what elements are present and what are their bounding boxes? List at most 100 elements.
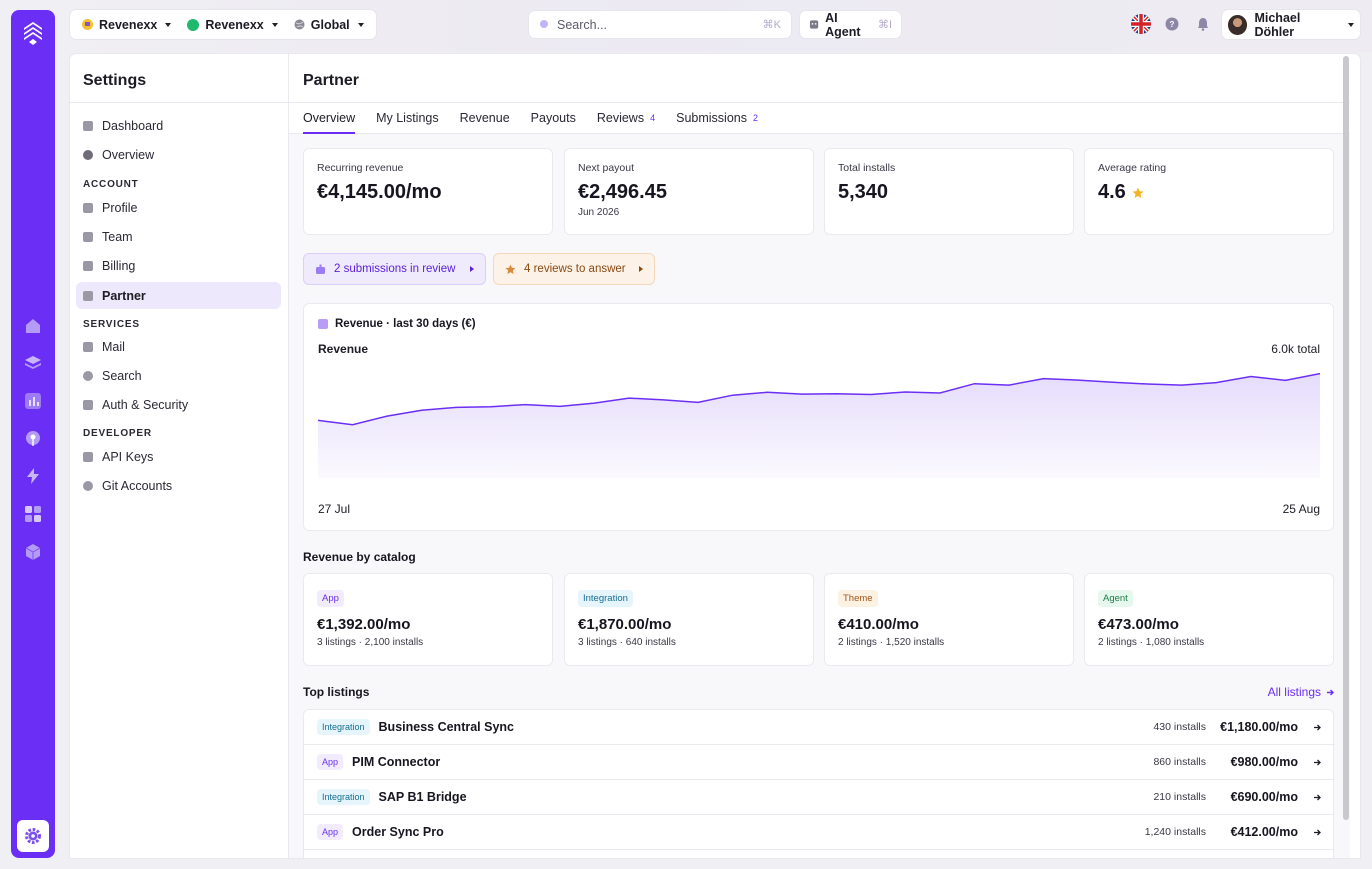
catalog-card-integration[interactable]: Integration €1,870.00/mo 3 listings · 64… [564, 573, 814, 666]
table-row[interactable]: Integration SAP B1 Bridge 210 installs €… [304, 780, 1335, 815]
tab-overview[interactable]: Overview [303, 111, 356, 134]
layers-icon[interactable] [23, 353, 43, 373]
lightning-icon[interactable] [23, 466, 43, 486]
search-icon [540, 20, 548, 28]
section-services-label: SERVICES [83, 319, 140, 330]
table-row[interactable]: App Order Sync Pro 1,240 installs €412.0… [304, 815, 1335, 850]
kpi-value-text: 4.6 [1098, 181, 1126, 203]
analytics-icon[interactable] [23, 391, 43, 411]
table-row[interactable]: App PIM Connector 860 installs €980.00/m… [304, 745, 1335, 780]
sidebar-item-label: Team [102, 229, 133, 244]
arrow-right-icon [1327, 689, 1334, 695]
reviews-to-answer-button[interactable]: 4 reviews to answer [493, 253, 655, 285]
sidebar-item-label: API Keys [102, 449, 154, 464]
user-name: Michael Döhler [1254, 10, 1301, 39]
region-label: Global [310, 17, 350, 32]
page-header: Partner Overview My Listings Revenue Pay… [289, 54, 1350, 134]
pin-icon[interactable] [23, 429, 43, 449]
globe-icon [294, 19, 305, 30]
sidebar-item-label: Dashboard [102, 118, 164, 133]
listing-name: SAP B1 Bridge [378, 790, 467, 804]
tab-my-listings[interactable]: My Listings [376, 111, 439, 133]
scrollbar[interactable] [1341, 56, 1350, 820]
sidebar-item-api-keys[interactable]: API Keys [76, 443, 281, 470]
listing-installs: 430 installs [1153, 721, 1206, 733]
ai-agent-shortcut: ⌘I [877, 19, 892, 31]
kpi-label: Average rating [1098, 162, 1167, 174]
tab-payouts[interactable]: Payouts [531, 111, 576, 133]
sidebar-item-git-accounts[interactable]: Git Accounts [76, 472, 281, 499]
chevron-right-icon [639, 266, 643, 272]
sidebar-item-overview[interactable]: Overview [76, 141, 281, 168]
catalog-card-app[interactable]: App €1,392.00/mo 3 listings · 2,100 inst… [303, 573, 553, 666]
global-search-input[interactable]: Search... ⌘K [529, 11, 791, 38]
catalog-tag: App [317, 590, 344, 607]
tab-revenue[interactable]: Revenue [460, 111, 510, 133]
section-account-label: ACCOUNT [83, 179, 139, 190]
catalog-sub: 3 listings · 640 installs [578, 637, 676, 648]
workspace-selector[interactable]: Revenexx [179, 10, 285, 39]
arrow-right-icon[interactable] [1306, 723, 1322, 732]
sidebar-item-dashboard[interactable]: Dashboard [76, 112, 281, 139]
x-axis-end-label: 25 Aug [1282, 502, 1320, 516]
company-selector[interactable]: Revenexx [74, 10, 179, 39]
kpi-value: 5,340 [838, 181, 1060, 204]
tab-submissions[interactable]: Submissions 2 [676, 111, 758, 133]
bell-icon[interactable] [1193, 14, 1213, 34]
user-menu[interactable]: Michael Döhler [1222, 10, 1360, 39]
sidebar-item-auth-security[interactable]: Auth & Security [76, 391, 281, 418]
catalog-value: €1,392.00/mo [317, 616, 411, 633]
arrow-right-icon[interactable] [1306, 793, 1322, 802]
sidebar-item-label: Profile [102, 200, 138, 215]
listing-name: Order Sync Pro [352, 825, 444, 839]
sidebar-item-profile[interactable]: Profile [76, 194, 281, 221]
catalog-sub: 2 listings · 1,080 installs [1098, 637, 1205, 648]
sidebar-title: Settings [83, 72, 147, 89]
apps-grid-icon[interactable] [23, 504, 43, 524]
listing-installs: 210 installs [1153, 791, 1206, 803]
sidebar-item-billing[interactable]: Billing [76, 252, 281, 279]
cube-icon[interactable] [23, 542, 43, 562]
tab-bar: Overview My Listings Revenue Payouts Rev… [303, 111, 779, 134]
star-icon [1132, 187, 1144, 198]
help-icon[interactable]: ? [1162, 14, 1182, 34]
region-selector[interactable]: Global [286, 10, 372, 39]
app-logo-icon[interactable] [20, 20, 46, 46]
svg-text:?: ? [1170, 20, 1175, 29]
sidebar-item-partner[interactable]: Partner [76, 282, 281, 309]
sidebar-item-team[interactable]: Team [76, 223, 281, 250]
tab-reviews[interactable]: Reviews 4 [597, 111, 655, 133]
language-flag-icon[interactable] [1131, 14, 1151, 34]
arrow-right-icon[interactable] [1306, 828, 1322, 837]
dashboard-icon [83, 120, 93, 131]
sidebar-item-mail[interactable]: Mail [76, 333, 281, 360]
sidebar-item-label: Partner [102, 288, 146, 303]
sidebar-item-label: Mail [102, 339, 125, 354]
chart-total-label: 6.0k total [1271, 342, 1320, 356]
table-row[interactable]: Integration Business Central Sync 430 in… [304, 710, 1335, 745]
catalog-value: €1,870.00/mo [578, 616, 672, 633]
sidebar-item-search[interactable]: Search [76, 362, 281, 389]
kpi-value: €4,145.00/mo [317, 181, 539, 204]
catalog-card-agent[interactable]: Agent €473.00/mo 2 listings · 1,080 inst… [1084, 573, 1334, 666]
listing-amount: €1,180.00/mo [1220, 720, 1298, 734]
search-placeholder: Search... [557, 17, 608, 32]
arrow-right-icon[interactable] [1306, 758, 1322, 767]
tab-count-badge: 4 [650, 113, 656, 123]
tab-label: My Listings [376, 111, 439, 125]
mail-icon [83, 341, 93, 352]
all-listings-link[interactable]: All listings [1268, 685, 1335, 699]
submissions-in-review-button[interactable]: 2 submissions in review [303, 253, 486, 285]
home-icon[interactable] [23, 316, 43, 336]
catalog-card-theme[interactable]: Theme €410.00/mo 2 listings · 1,520 inst… [824, 573, 1074, 666]
ai-agent-button[interactable]: AI Agent ⌘I [800, 11, 901, 39]
settings-button[interactable] [17, 820, 49, 852]
revenue-area-chart [318, 372, 1320, 478]
listing-installs: 1,240 installs [1144, 826, 1206, 838]
listing-name: Business Central Sync [378, 720, 514, 734]
star-icon [505, 263, 516, 274]
chevron-down-icon [271, 22, 278, 27]
submissions-alert-text: 2 submissions in review [334, 263, 456, 275]
revenue-chart-card: Revenue · last 30 days (€) Revenue 6.0k … [303, 303, 1334, 531]
scrollbar-thumb[interactable] [1343, 56, 1349, 820]
